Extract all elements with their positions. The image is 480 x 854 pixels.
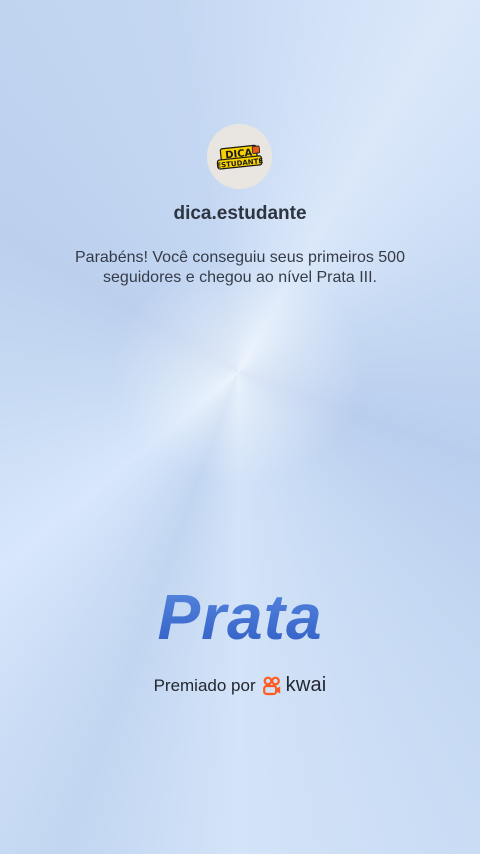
kwai-logo-icon (262, 676, 280, 695)
username: dica.estudante (173, 203, 307, 224)
achievement-screen: DICA ESTUDANTE dica.estudante Parabéns! … (0, 0, 480, 854)
avatar: DICA ESTUDANTE (207, 124, 272, 189)
award-line: Premiado por kwai (0, 674, 480, 697)
award-label: Premiado por (153, 675, 256, 695)
tier-title: Prata (0, 580, 480, 654)
kwai-brand-name: kwai (285, 674, 327, 696)
dica-estudante-logo: DICA ESTUDANTE (207, 124, 272, 189)
congratulations-message: Parabéns! Você conseguiu seus primeiros … (75, 249, 405, 286)
